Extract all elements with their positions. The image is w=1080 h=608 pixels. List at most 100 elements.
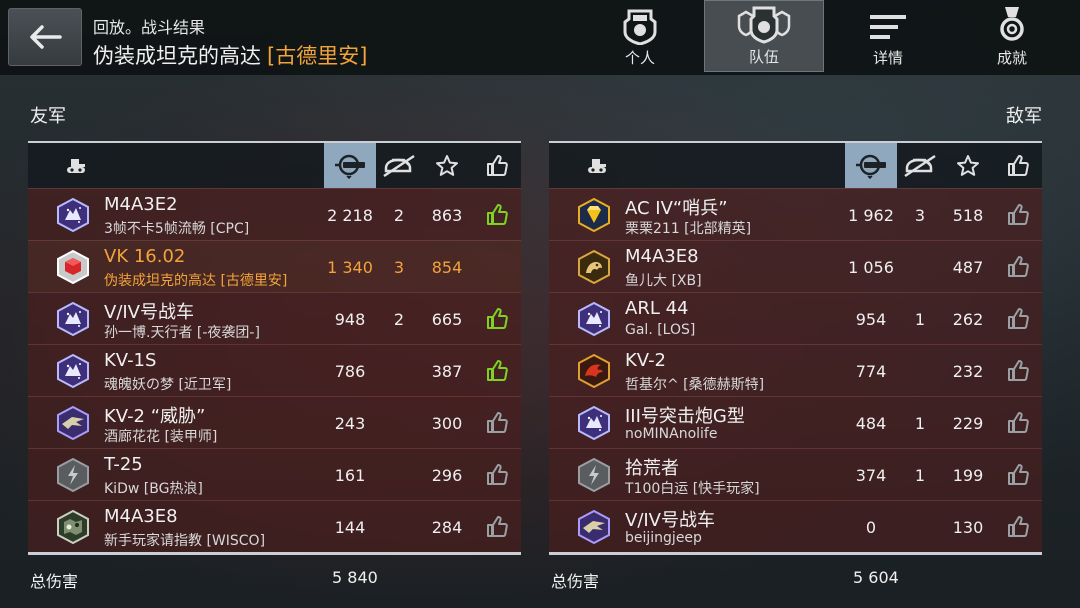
- like-button[interactable]: [993, 241, 1042, 293]
- tab-team[interactable]: 队伍: [704, 0, 824, 72]
- damage-value: 161: [334, 465, 366, 485]
- like-button[interactable]: [993, 397, 1042, 449]
- like-button[interactable]: [993, 501, 1042, 553]
- kills-value: [897, 241, 943, 293]
- like-button[interactable]: [472, 345, 521, 397]
- enemies-total-damage: 5 604: [853, 568, 899, 587]
- eagle-emblem: [56, 405, 90, 441]
- player-row[interactable]: III号突击炮G型 noMINAnolife 484 1 229: [549, 396, 1042, 448]
- player-row[interactable]: ARL 44 Gal. [LOS] 954 1 262: [549, 292, 1042, 344]
- tab-personal[interactable]: 个人: [580, 0, 700, 72]
- kills-value: 3: [914, 205, 926, 225]
- tank-name: ARL 44: [625, 298, 689, 319]
- damage-value: 2 218: [327, 205, 373, 225]
- table-header: [28, 141, 521, 188]
- experience-value: 199: [952, 465, 984, 485]
- thumbs-up-icon: [1006, 203, 1030, 227]
- player-row[interactable]: KV-2 “威胁” 酒廊花花 [装甲师] 243 300: [28, 396, 521, 448]
- back-button[interactable]: [8, 8, 82, 66]
- like-button[interactable]: [993, 293, 1042, 345]
- like-button[interactable]: [993, 449, 1042, 501]
- like-button[interactable]: [472, 397, 521, 449]
- like-button[interactable]: [472, 189, 521, 241]
- thumbs-up-icon: [1006, 515, 1030, 539]
- table-header: [549, 141, 1042, 188]
- thumbs-up-icon: [485, 154, 509, 178]
- tank-name: KV-2: [625, 350, 667, 371]
- damage-value: 374: [855, 465, 887, 485]
- sort-thumbs-up-column[interactable]: [993, 143, 1042, 188]
- thumbs-up-icon: [485, 411, 509, 435]
- player-row[interactable]: KV-1S 魂魄妖の梦 [近卫军] 786 387: [28, 344, 521, 396]
- team-badge-icon: [737, 6, 791, 44]
- result-tabs: 个人 队伍 详情 成就: [576, 0, 1072, 75]
- enemies-label: 敌军: [1006, 106, 1042, 127]
- player-row[interactable]: V/IV号战车 孙一博.天行者 [-夜袭团-] 948 2 665: [28, 292, 521, 344]
- player-name: 孙一博.天行者 [-夜袭团-]: [104, 325, 260, 341]
- damage-icon: [333, 153, 367, 179]
- kills-value: [897, 501, 943, 553]
- sort-tank-column[interactable]: [28, 143, 124, 188]
- star-icon: [956, 154, 980, 178]
- damage-value: 243: [334, 413, 366, 433]
- player-row[interactable]: M4A3E2 3帧不卡5帧流畅 [CPC] 2 218 2 863: [28, 188, 521, 240]
- experience-value: 387: [431, 361, 463, 381]
- wolf-emblem: [56, 301, 90, 337]
- like-button[interactable]: [472, 449, 521, 501]
- sort-damage-column[interactable]: [324, 143, 376, 188]
- experience-value: 300: [431, 413, 463, 433]
- like-button[interactable]: [993, 345, 1042, 397]
- sort-damage-column[interactable]: [845, 143, 897, 188]
- sort-kills-column[interactable]: [897, 143, 943, 188]
- experience-value: 296: [431, 465, 463, 485]
- player-name: 伪装成坦克的高达 [古德里安]: [104, 273, 288, 289]
- tank-name: 拾荒者: [625, 458, 679, 479]
- like-button[interactable]: [472, 501, 521, 553]
- red-cube-emblem: [56, 249, 90, 285]
- red-dragon-emblem: [577, 353, 611, 389]
- player-row[interactable]: M4A3E8 新手玩家请指教 [WISCO] 144 284: [28, 500, 521, 552]
- gold-beast-emblem: [577, 249, 611, 285]
- sort-kills-column[interactable]: [376, 143, 422, 188]
- player-name: beijingjeep: [625, 530, 702, 546]
- allies-label: 友军: [30, 106, 66, 127]
- kills-value: [376, 397, 422, 449]
- damage-value: 144: [334, 517, 366, 537]
- allies-total-damage: 5 840: [332, 568, 378, 587]
- thumbs-up-icon: [485, 307, 509, 331]
- tank-name: VK 16.02: [104, 246, 186, 267]
- wolf-emblem: [577, 405, 611, 441]
- tank-name: M4A3E2: [104, 194, 178, 215]
- player-row[interactable]: AC IV“哨兵” 栗栗211 [北部精英] 1 962 3 518: [549, 188, 1042, 240]
- tank-name: M4A3E8: [625, 246, 699, 267]
- like-button[interactable]: [993, 189, 1042, 241]
- thumbs-up-icon: [485, 359, 509, 383]
- sort-star-column[interactable]: [422, 143, 472, 188]
- kills-value: [376, 501, 422, 553]
- experience-value: 262: [952, 309, 984, 329]
- player-row[interactable]: KV-2 哲基尔^ [桑德赫斯特] 774 232: [549, 344, 1042, 396]
- player-row[interactable]: 拾荒者 T100白运 [快手玩家] 374 1 199: [549, 448, 1042, 500]
- tank-name: V/IV号战车: [104, 302, 194, 323]
- player-row[interactable]: M4A3E8 鱼儿大 [XB] 1 056 487: [549, 240, 1042, 292]
- back-arrow-icon: [30, 25, 62, 49]
- tank-name: T-25: [104, 454, 143, 475]
- damage-value: 484: [855, 413, 887, 433]
- sort-thumbs-up-column[interactable]: [472, 143, 521, 188]
- tab-achievements[interactable]: 成就: [952, 0, 1072, 72]
- player-name: KiDw [BG热浪]: [104, 481, 203, 497]
- tank-name: M4A3E8: [104, 506, 178, 527]
- player-name: Gal. [LOS]: [625, 322, 696, 338]
- sort-star-column[interactable]: [943, 143, 993, 188]
- tab-details[interactable]: 详情: [828, 0, 948, 72]
- sort-tank-column[interactable]: [549, 143, 645, 188]
- kills-value: [376, 449, 422, 501]
- player-row[interactable]: T-25 KiDw [BG热浪] 161 296: [28, 448, 521, 500]
- tab-details-label: 详情: [872, 49, 903, 67]
- wolf-emblem: [56, 353, 90, 389]
- top-bar: 回放。战斗结果 伪装成坦克的高达 [古德里安] 个人 队伍 详情 成就: [0, 0, 1080, 75]
- player-row[interactable]: VK 16.02 伪装成坦克的高达 [古德里安] 1 340 3 854: [28, 240, 521, 292]
- like-button[interactable]: [472, 293, 521, 345]
- player-row[interactable]: V/IV号战车 beijingjeep 0 130: [549, 500, 1042, 552]
- thumbs-up-icon: [485, 463, 509, 487]
